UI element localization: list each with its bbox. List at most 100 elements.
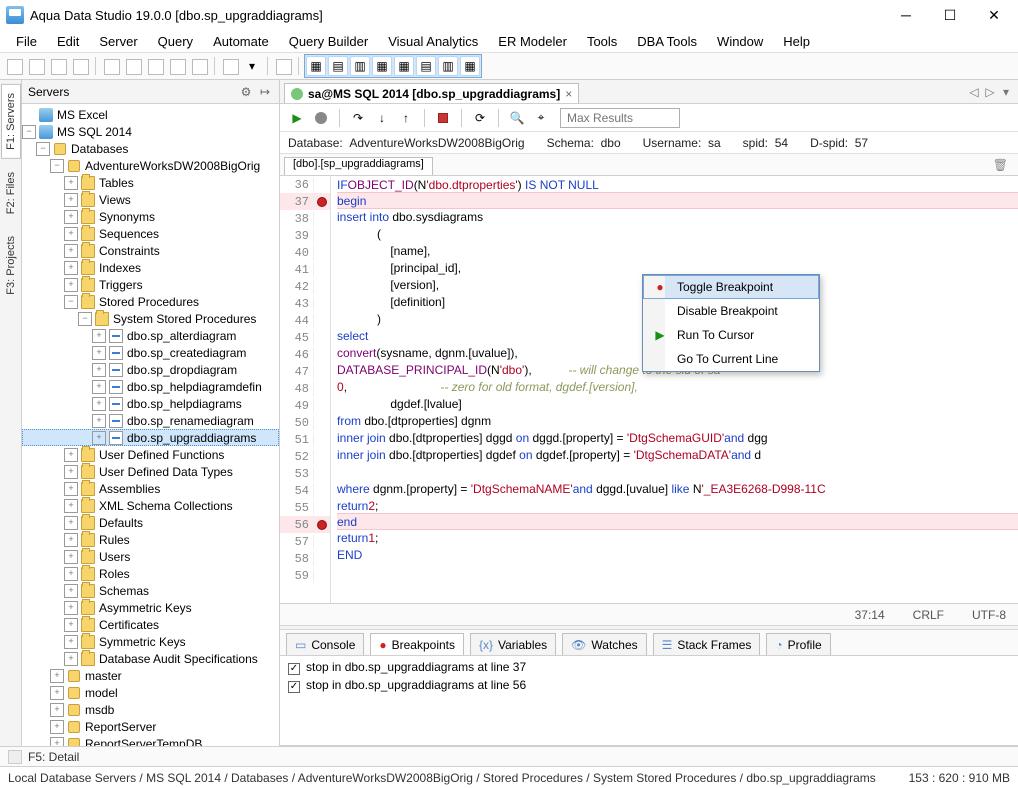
expand-icon[interactable]: + <box>64 516 78 530</box>
close-icon[interactable]: × <box>565 87 572 101</box>
code-line[interactable]: end <box>337 513 1018 530</box>
expand-icon[interactable]: + <box>92 397 106 411</box>
expand-icon[interactable]: + <box>64 567 78 581</box>
code-line[interactable]: insert into dbo.sysdiagrams <box>337 208 1018 225</box>
expand-icon[interactable]: + <box>50 720 64 734</box>
expand-icon[interactable]: + <box>92 380 106 394</box>
expand-icon[interactable]: + <box>50 703 64 717</box>
expand-icon[interactable]: + <box>92 363 106 377</box>
tb-query-icon[interactable] <box>101 56 121 76</box>
tb-open-icon[interactable] <box>26 56 46 76</box>
tree-item[interactable]: +Defaults <box>22 514 279 531</box>
menu-dba-tools[interactable]: DBA Tools <box>629 32 705 51</box>
tb-view3-icon[interactable]: ▥ <box>350 56 370 76</box>
tree-item[interactable]: +dbo.sp_helpdiagramdefin <box>22 378 279 395</box>
debug-tab-breakpoints[interactable]: ●Breakpoints <box>370 633 464 655</box>
tree-item[interactable]: +Assemblies <box>22 480 279 497</box>
side-tab-f1-servers[interactable]: F1: Servers <box>1 84 21 159</box>
tree-item[interactable]: +master <box>22 667 279 684</box>
tree-item[interactable]: +Users <box>22 548 279 565</box>
expand-icon[interactable]: + <box>92 414 106 428</box>
tb-view5-icon[interactable]: ▦ <box>394 56 414 76</box>
close-button[interactable]: ✕ <box>972 1 1016 29</box>
menu-help[interactable]: Help <box>775 32 818 51</box>
menu-file[interactable]: File <box>8 32 45 51</box>
tree-item[interactable]: −Stored Procedures <box>22 293 279 310</box>
tb-view2-icon[interactable]: ▤ <box>328 56 348 76</box>
tb-doc-icon[interactable] <box>220 56 240 76</box>
breakpoint-icon[interactable] <box>317 520 327 530</box>
code-line[interactable]: ( <box>337 225 1018 242</box>
expand-icon[interactable]: + <box>64 601 78 615</box>
stop-icon[interactable] <box>434 109 452 127</box>
collapse-icon[interactable]: − <box>78 312 92 326</box>
tree-item[interactable]: +Indexes <box>22 259 279 276</box>
expand-icon[interactable]: + <box>64 176 78 190</box>
code-line[interactable]: inner join dbo.[dtproperties] dggd on dg… <box>337 429 1018 446</box>
code-line[interactable] <box>337 463 1018 480</box>
minimize-button[interactable]: ─ <box>884 1 928 29</box>
tree-item[interactable]: −Databases <box>22 140 279 157</box>
collapse-icon[interactable]: − <box>50 159 64 173</box>
expand-icon[interactable]: + <box>64 533 78 547</box>
expand-icon[interactable]: + <box>64 482 78 496</box>
tb-query4-icon[interactable] <box>167 56 187 76</box>
collapse-icon[interactable]: − <box>36 142 50 156</box>
tree-item[interactable]: +ReportServer <box>22 718 279 735</box>
debug-tab-stack-frames[interactable]: ☰Stack Frames <box>653 633 761 655</box>
checkbox-icon[interactable]: ✓ <box>288 681 300 693</box>
tb-query3-icon[interactable] <box>145 56 165 76</box>
tree-item[interactable]: +Certificates <box>22 616 279 633</box>
menu-er-modeler[interactable]: ER Modeler <box>490 32 575 51</box>
expand-icon[interactable]: + <box>64 278 78 292</box>
tree-item[interactable]: +User Defined Data Types <box>22 463 279 480</box>
tb-view7-icon[interactable]: ▥ <box>438 56 458 76</box>
breakpoint-entry[interactable]: ✓stop in dbo.sp_upgraddiagrams at line 3… <box>288 660 1010 678</box>
tb-view4-icon[interactable]: ▦ <box>372 56 392 76</box>
run-icon[interactable]: ▶ <box>288 109 306 127</box>
code-line[interactable]: begin <box>337 192 1018 209</box>
ctx-run-to-cursor[interactable]: ▶Run To Cursor <box>643 323 819 347</box>
menu-server[interactable]: Server <box>91 32 145 51</box>
expand-icon[interactable]: + <box>64 227 78 241</box>
tree-item[interactable]: +Synonyms <box>22 208 279 225</box>
tree-item[interactable]: +Sequences <box>22 225 279 242</box>
code-line[interactable]: END <box>337 546 1018 563</box>
breakpoint-gutter[interactable] <box>314 197 330 207</box>
tree-item[interactable]: +dbo.sp_dropdiagram <box>22 361 279 378</box>
code-line[interactable]: inner join dbo.[dtproperties] dgdef on d… <box>337 446 1018 463</box>
gear-icon[interactable]: ⚙ <box>238 84 254 100</box>
tb-view1-icon[interactable]: ▦ <box>306 56 326 76</box>
ctx-toggle-breakpoint[interactable]: ●Toggle Breakpoint <box>643 275 819 299</box>
expand-icon[interactable]: + <box>92 329 106 343</box>
expand-icon[interactable]: + <box>64 261 78 275</box>
record-icon[interactable] <box>312 109 330 127</box>
expand-icon[interactable]: + <box>50 737 64 747</box>
tree-item[interactable]: +msdb <box>22 701 279 718</box>
tree-item[interactable]: +Schemas <box>22 582 279 599</box>
debug-tab-console[interactable]: ▭Console <box>286 633 364 655</box>
max-results-input[interactable] <box>560 108 680 128</box>
inspect-icon[interactable]: 🔍 <box>508 109 526 127</box>
tree-item[interactable]: −System Stored Procedures <box>22 310 279 327</box>
expand-icon[interactable]: + <box>64 618 78 632</box>
ctx-disable-breakpoint[interactable]: Disable Breakpoint <box>643 299 819 323</box>
tree-item[interactable]: +Constraints <box>22 242 279 259</box>
tree-item[interactable]: +Symmetric Keys <box>22 633 279 650</box>
tree-item[interactable]: +model <box>22 684 279 701</box>
tree-item[interactable]: +dbo.sp_helpdiagrams <box>22 395 279 412</box>
debug-tab-variables[interactable]: {x}Variables <box>470 633 556 655</box>
code-line[interactable]: return 2; <box>337 497 1018 514</box>
expand-icon[interactable]: + <box>64 244 78 258</box>
maximize-button[interactable]: ☐ <box>928 1 972 29</box>
menu-query[interactable]: Query <box>150 32 201 51</box>
procedure-subtab[interactable]: [dbo].[sp_upgraddiagrams] <box>284 157 433 175</box>
tb-dd-icon[interactable]: ▾ <box>242 56 262 76</box>
tree-item[interactable]: +Views <box>22 191 279 208</box>
tab-prev-icon[interactable]: ◁ <box>966 85 982 99</box>
locate-icon[interactable]: ⌖ <box>532 109 550 127</box>
step-out-icon[interactable]: ↑ <box>397 109 415 127</box>
breakpoint-gutter[interactable] <box>314 520 330 530</box>
code-editor[interactable]: IF OBJECT_ID(N'dbo.dtproperties') IS NOT… <box>331 176 1018 603</box>
code-line[interactable] <box>337 563 1018 580</box>
